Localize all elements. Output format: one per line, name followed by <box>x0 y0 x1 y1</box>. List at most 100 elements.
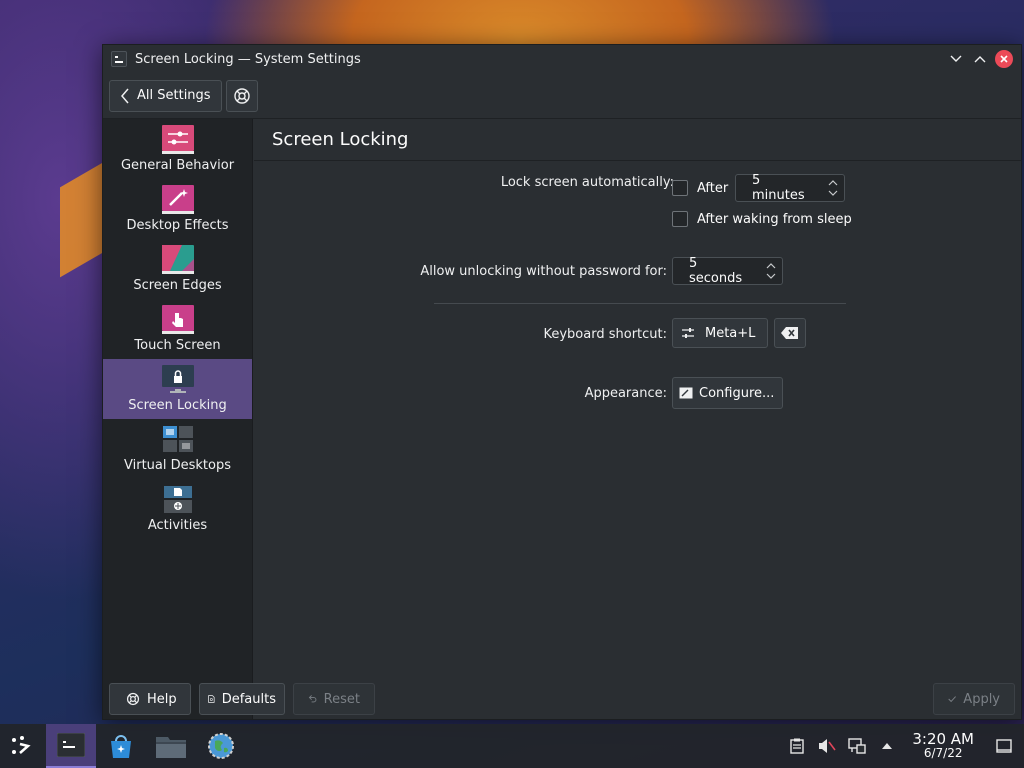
help-button[interactable]: Help <box>109 683 191 715</box>
taskbar-browser[interactable] <box>196 724 246 768</box>
system-settings-app-icon <box>111 51 127 67</box>
shortcut-controls: Meta+L <box>672 318 807 348</box>
sidebar-item-virtual-desktops[interactable]: Virtual Desktops <box>103 419 252 479</box>
help-lifebuoy-button[interactable] <box>225 79 258 112</box>
apply-button[interactable]: Apply <box>933 683 1015 715</box>
general-behavior-icon <box>161 125 194 154</box>
touch-screen-icon <box>161 305 194 334</box>
digital-clock[interactable]: 3:20 AM 6/7/22 <box>912 730 974 761</box>
screen-edges-icon <box>161 245 194 274</box>
sidebar-item-label: Desktop Effects <box>126 218 229 233</box>
show-desktop-icon <box>996 739 1012 753</box>
form-separator <box>434 303 846 304</box>
folder-icon <box>156 737 186 758</box>
triangle-up-icon <box>882 743 893 749</box>
sidebar-item-label: Touch Screen <box>134 338 221 353</box>
volume-tray-button[interactable] <box>812 724 842 768</box>
clipboard-icon <box>790 738 805 754</box>
defaults-label: Defaults <box>221 691 276 707</box>
sidebar-item-label: Screen Locking <box>128 398 227 413</box>
lock-auto-row: Lock screen automatically: <box>254 175 674 190</box>
after-label: After <box>697 180 729 196</box>
virtual-desktops-icon <box>162 426 193 452</box>
sidebar-item-label: Virtual Desktops <box>124 458 231 473</box>
discover-store-icon <box>111 735 131 758</box>
sidebar-item-desktop-effects[interactable]: Desktop Effects <box>103 179 252 239</box>
taskbar-system-settings[interactable] <box>46 724 96 768</box>
taskbar: 3:20 AM 6/7/22 <box>0 724 1024 768</box>
lifebuoy-icon <box>126 692 140 706</box>
after-checkbox[interactable] <box>672 180 688 196</box>
clear-shortcut-button[interactable] <box>774 318 807 348</box>
after-duration-value: 5 minutes <box>752 173 805 203</box>
close-button[interactable] <box>995 50 1013 68</box>
system-tray: 3:20 AM 6/7/22 <box>782 724 1024 768</box>
backspace-icon <box>781 327 799 339</box>
spin-arrows-icon[interactable] <box>828 179 838 197</box>
spin-arrows-icon[interactable] <box>766 262 776 280</box>
sidebar-item-touch-screen[interactable]: Touch Screen <box>103 299 252 359</box>
allow-unlock-row: Allow unlocking without password for: <box>254 257 667 285</box>
undo-icon <box>308 695 317 703</box>
sidebar-item-label: Screen Edges <box>133 278 222 293</box>
reset-button[interactable]: Reset <box>293 683 375 715</box>
sidebar: General Behavior Desktop Effects Screen … <box>103 119 253 719</box>
allow-unlock-spinbox-row: 5 seconds <box>672 256 783 286</box>
after-waking-checkbox[interactable] <box>672 211 688 227</box>
application-launcher-button[interactable] <box>0 724 44 768</box>
sidebar-item-label: General Behavior <box>120 158 235 173</box>
window-title: Screen Locking — System Settings <box>135 51 361 67</box>
chevron-down-icon <box>950 55 962 62</box>
configure-controls: Configure... <box>672 377 784 409</box>
maximize-button[interactable] <box>971 50 989 68</box>
clock-time: 3:20 AM <box>912 730 974 748</box>
chevron-up-icon <box>974 56 986 63</box>
after-duration-spinbox[interactable]: 5 minutes <box>735 173 845 203</box>
help-label: Help <box>147 691 177 707</box>
taskbar-dolphin[interactable] <box>146 724 196 768</box>
after-spinbox-row: 5 minutes <box>735 173 845 203</box>
allow-unlock-label: Allow unlocking without password for: <box>420 263 667 279</box>
configure-label: Configure... <box>699 385 775 401</box>
close-icon <box>1000 55 1008 63</box>
clipboard-tray-button[interactable] <box>782 724 812 768</box>
lock-auto-label: Lock screen automatically: <box>500 175 674 190</box>
after-waking-label: After waking from sleep <box>697 211 852 227</box>
sidebar-item-screen-edges[interactable]: Screen Edges <box>103 239 252 299</box>
launcher-icon <box>12 736 31 754</box>
appearance-row: Appearance: <box>254 377 667 409</box>
volume-muted-icon <box>819 739 836 753</box>
clock-date: 6/7/22 <box>923 746 963 760</box>
shortcut-sliders-icon <box>682 328 694 338</box>
system-settings-window: Screen Locking — System Settings All Set… <box>102 44 1022 720</box>
show-desktop-button[interactable] <box>984 724 1024 768</box>
sidebar-item-general-behavior[interactable]: General Behavior <box>103 119 252 179</box>
browser-globe-icon <box>208 733 234 759</box>
reset-label: Reset <box>323 691 360 707</box>
after-waking-row: After waking from sleep <box>672 211 852 227</box>
main-content: Screen Locking Lock screen automatically… <box>254 119 1021 719</box>
shortcut-label: Keyboard shortcut: <box>543 326 667 342</box>
shortcut-row: Keyboard shortcut: <box>254 319 667 349</box>
defaults-button[interactable]: Defaults <box>199 683 285 715</box>
sidebar-item-screen-locking[interactable]: Screen Locking <box>103 359 252 419</box>
appearance-label: Appearance: <box>584 385 667 401</box>
configure-button[interactable]: Configure... <box>672 377 784 409</box>
minimize-button[interactable] <box>947 50 965 68</box>
document-icon <box>208 695 215 703</box>
toolbar: All Settings <box>103 73 1021 119</box>
configure-icon <box>679 387 693 399</box>
sidebar-item-activities[interactable]: Activities <box>103 479 252 539</box>
all-settings-label: All Settings <box>137 88 211 103</box>
lifebuoy-icon <box>233 87 250 104</box>
all-settings-button[interactable]: All Settings <box>109 79 222 112</box>
allow-unlock-spinbox[interactable]: 5 seconds <box>672 256 783 286</box>
system-settings-app-icon <box>57 733 85 757</box>
network-tray-button[interactable] <box>842 724 872 768</box>
tray-expander-button[interactable] <box>872 724 902 768</box>
shortcut-button[interactable]: Meta+L <box>672 318 769 348</box>
shortcut-value: Meta+L <box>705 325 756 341</box>
after-checkbox-row: After <box>672 180 728 196</box>
taskbar-discover[interactable] <box>96 724 146 768</box>
title-bar[interactable]: Screen Locking — System Settings <box>103 45 1021 73</box>
